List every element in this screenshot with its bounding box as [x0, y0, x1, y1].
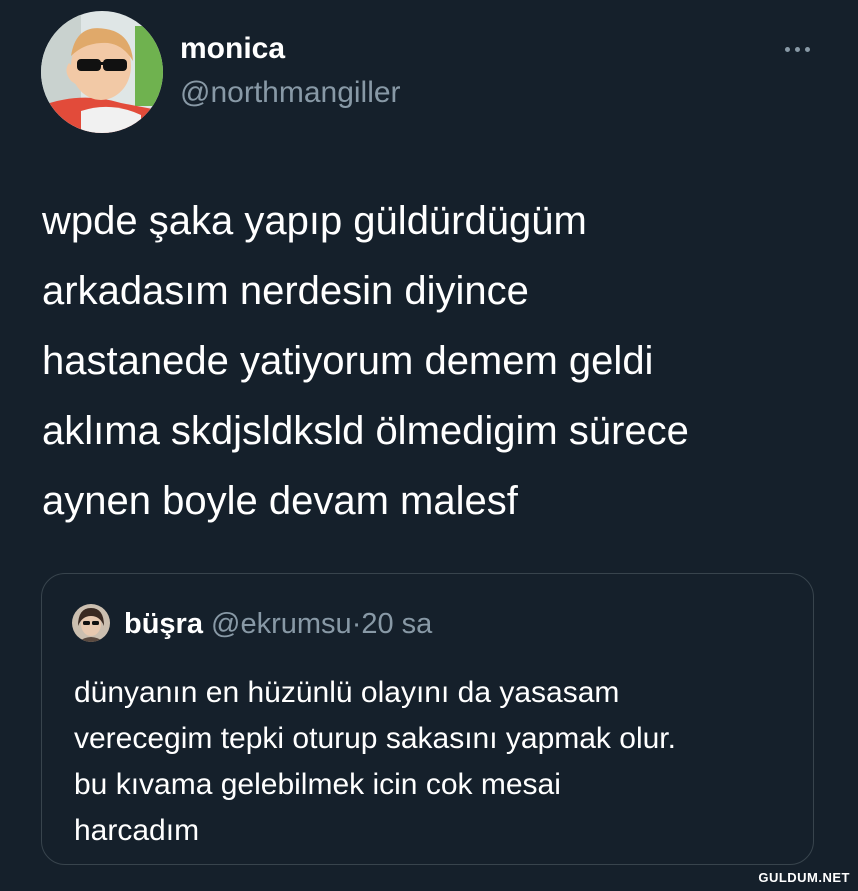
quoted-author-avatar[interactable]: [72, 604, 110, 642]
more-options-button[interactable]: [775, 34, 819, 64]
watermark: GULDUM.NET: [758, 870, 850, 885]
author-display-name[interactable]: monica: [180, 30, 285, 68]
more-options-icon: [804, 46, 810, 52]
quoted-author-handle[interactable]: @ekrumsu: [211, 608, 352, 640]
quoted-author-display-name[interactable]: büşra: [124, 608, 203, 640]
quoted-tweet-card[interactable]: büşra @ekrumsu·20 sa dünyanın en hüzünlü…: [41, 573, 814, 865]
tweet-text: wpde şaka yapıp güldürdügüm arkadasım ne…: [42, 199, 689, 523]
separator-dot: ·: [351, 608, 362, 640]
quoted-tweet-header: büşra @ekrumsu·20 sa: [124, 607, 432, 641]
more-options-icon: [784, 46, 790, 52]
profile-photo-sunglasses-icon: [72, 604, 110, 642]
quoted-tweet-text: dünyanın en hüzünlü olayını da yasasam v…: [74, 676, 676, 847]
quoted-tweet-timestamp[interactable]: 20 sa: [361, 608, 432, 640]
profile-photo-child-sunglasses-icon: [41, 11, 163, 133]
more-options-icon: [794, 46, 800, 52]
author-handle[interactable]: @northmangiller: [180, 74, 401, 112]
author-avatar[interactable]: [41, 11, 163, 133]
